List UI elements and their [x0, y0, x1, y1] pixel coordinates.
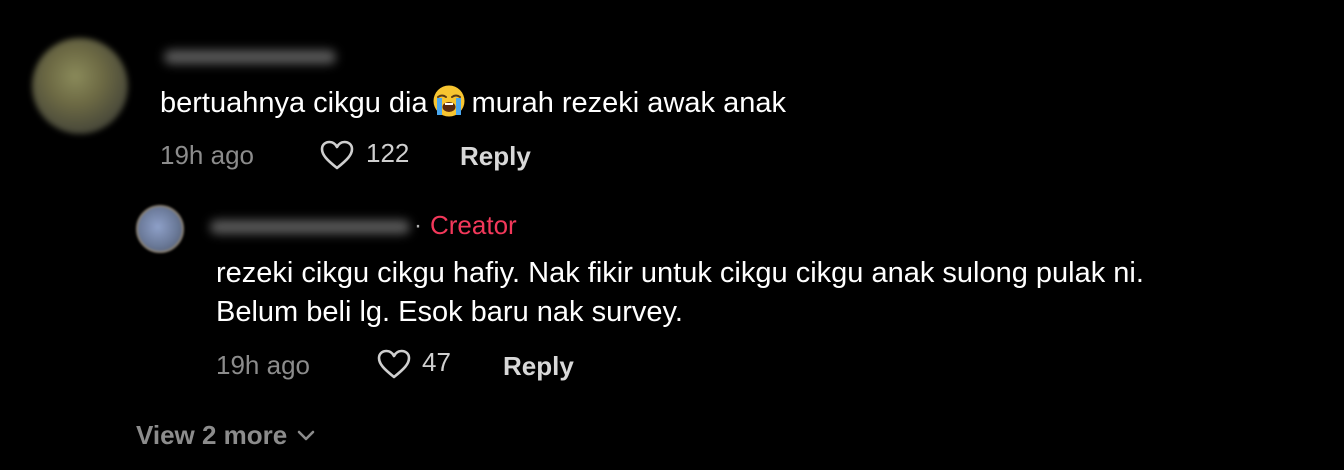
- view-more-replies-button[interactable]: View 2 more: [136, 418, 315, 451]
- commenter-username-blurred[interactable]: [164, 50, 336, 64]
- crying-face-emoji-icon: [432, 84, 466, 118]
- heart-icon[interactable]: [376, 348, 412, 385]
- creator-username-blurred[interactable]: [210, 220, 410, 234]
- reply-timestamp: 19h ago: [216, 350, 310, 380]
- commenter-avatar[interactable]: [32, 38, 128, 134]
- reply-text-line2: Belum beli lg. Esok baru nak survey.: [216, 296, 683, 328]
- view-more-label: View 2 more: [136, 420, 288, 450]
- comment-timestamp: 19h ago: [160, 140, 254, 170]
- chevron-down-icon: [297, 418, 315, 449]
- comment-text-part2: murah rezeki awak anak: [471, 87, 786, 119]
- reply-like-count: 47: [422, 347, 451, 377]
- like-count: 122: [366, 138, 410, 168]
- reply-to-reply-button[interactable]: Reply: [503, 351, 574, 382]
- creator-avatar[interactable]: [136, 205, 184, 253]
- reply-text-line1: rezeki cikgu cikgu hafiy. Nak fikir untu…: [216, 257, 1144, 289]
- comment-text-part1: bertuahnya cikgu dia: [160, 87, 428, 119]
- comment-text: bertuahnya cikgu dia murah rezeki awak a…: [160, 84, 786, 121]
- reply-button[interactable]: Reply: [460, 141, 531, 172]
- heart-icon[interactable]: [319, 139, 355, 176]
- separator-dot: ·: [414, 212, 422, 239]
- creator-badge: Creator: [430, 210, 517, 240]
